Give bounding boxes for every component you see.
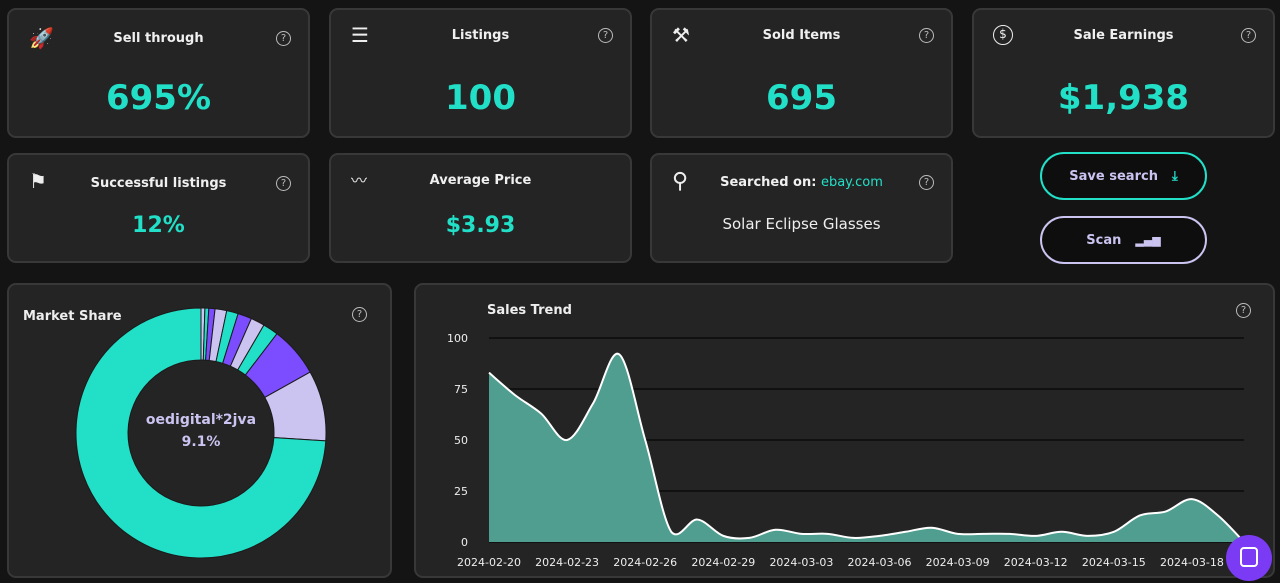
card-title: Sale Earnings: [1073, 28, 1174, 43]
card-title: Sell through: [113, 31, 204, 46]
x-tick-label: 2024-02-29: [691, 556, 755, 569]
x-tick-label: 2024-02-23: [535, 556, 599, 569]
card-value: $3.93: [445, 213, 516, 238]
card-title: Successful listings: [90, 176, 227, 191]
y-tick-label: 100: [447, 332, 468, 345]
save-search-button[interactable]: Save search ⤓: [1040, 152, 1207, 200]
donut-center-label: oedigital*2jva: [145, 412, 257, 428]
x-tick-label: 2024-03-18: [1160, 556, 1224, 569]
y-tick-label: 25: [454, 485, 468, 498]
help-icon[interactable]: ?: [276, 176, 291, 191]
card-title: Listings: [451, 28, 510, 43]
card-value: 100: [445, 78, 516, 118]
help-icon[interactable]: ?: [919, 28, 934, 43]
search-query: Solar Eclipse Glasses: [722, 215, 881, 233]
market-share-card: Market Share ? oedigital*2jva 9.1%: [7, 283, 392, 578]
scan-label: Scan: [1086, 232, 1122, 248]
y-tick-label: 50: [454, 434, 468, 447]
card-sell-through: 🚀 Sell through ? 695%: [7, 8, 310, 138]
card-average-price: 〰 Average Price $3.93: [329, 153, 632, 263]
search-site-link[interactable]: ebay.com: [821, 175, 883, 190]
card-value: 695: [766, 78, 837, 118]
x-tick-label: 2024-02-26: [613, 556, 677, 569]
card-value: 695%: [105, 78, 212, 118]
card-title: Searched on: ebay.com: [652, 175, 951, 190]
help-icon[interactable]: ?: [919, 175, 934, 190]
save-search-label: Save search: [1069, 168, 1158, 184]
search-label: Searched on:: [720, 175, 817, 190]
scan-button[interactable]: Scan ▂▄▆: [1040, 216, 1207, 264]
chat-icon: [1240, 547, 1258, 567]
donut-center-value: 9.1%: [181, 434, 221, 450]
x-tick-label: 2024-03-09: [926, 556, 990, 569]
x-tick-label: 2024-03-15: [1082, 556, 1146, 569]
y-tick-label: 0: [461, 536, 468, 549]
x-tick-label: 2024-02-20: [457, 556, 521, 569]
market-share-donut: [75, 307, 327, 559]
card-title: Average Price: [429, 173, 532, 188]
x-tick-label: 2024-03-06: [848, 556, 912, 569]
x-tick-label: 2024-03-03: [769, 556, 833, 569]
y-tick-label: 75: [454, 383, 468, 396]
sales-trend-chart: 100 75 50 25 0 2024-02-20 2024-02-23 2024-02-26…: [447, 332, 1245, 569]
card-sold-items: ⚒ Sold Items ? 695: [650, 8, 953, 138]
card-successful-listings: ⚑ Successful listings ? 12%: [7, 153, 310, 263]
card-search-info: ⚲ Searched on: ebay.com ? Solar Eclipse …: [650, 153, 953, 263]
signal-icon: ▂▄▆: [1135, 233, 1161, 247]
card-listings: ☰ Listings ? 100: [329, 8, 632, 138]
chat-launcher-button[interactable]: [1226, 535, 1272, 581]
card-sale-earnings: $ Sale Earnings ? $1,938: [972, 8, 1275, 138]
download-icon: ⤓: [1171, 168, 1178, 184]
card-title: Sold Items: [762, 28, 841, 43]
sales-trend-card: Sales Trend ? 100 75 50 25 0 2024-02-20 2024-0…: [414, 283, 1275, 578]
x-tick-label: 2024-03-12: [1004, 556, 1068, 569]
help-icon[interactable]: ?: [276, 31, 291, 46]
card-value: 12%: [132, 213, 185, 238]
card-value: $1,938: [1057, 78, 1190, 118]
help-icon[interactable]: ?: [1241, 28, 1256, 43]
help-icon[interactable]: ?: [598, 28, 613, 43]
